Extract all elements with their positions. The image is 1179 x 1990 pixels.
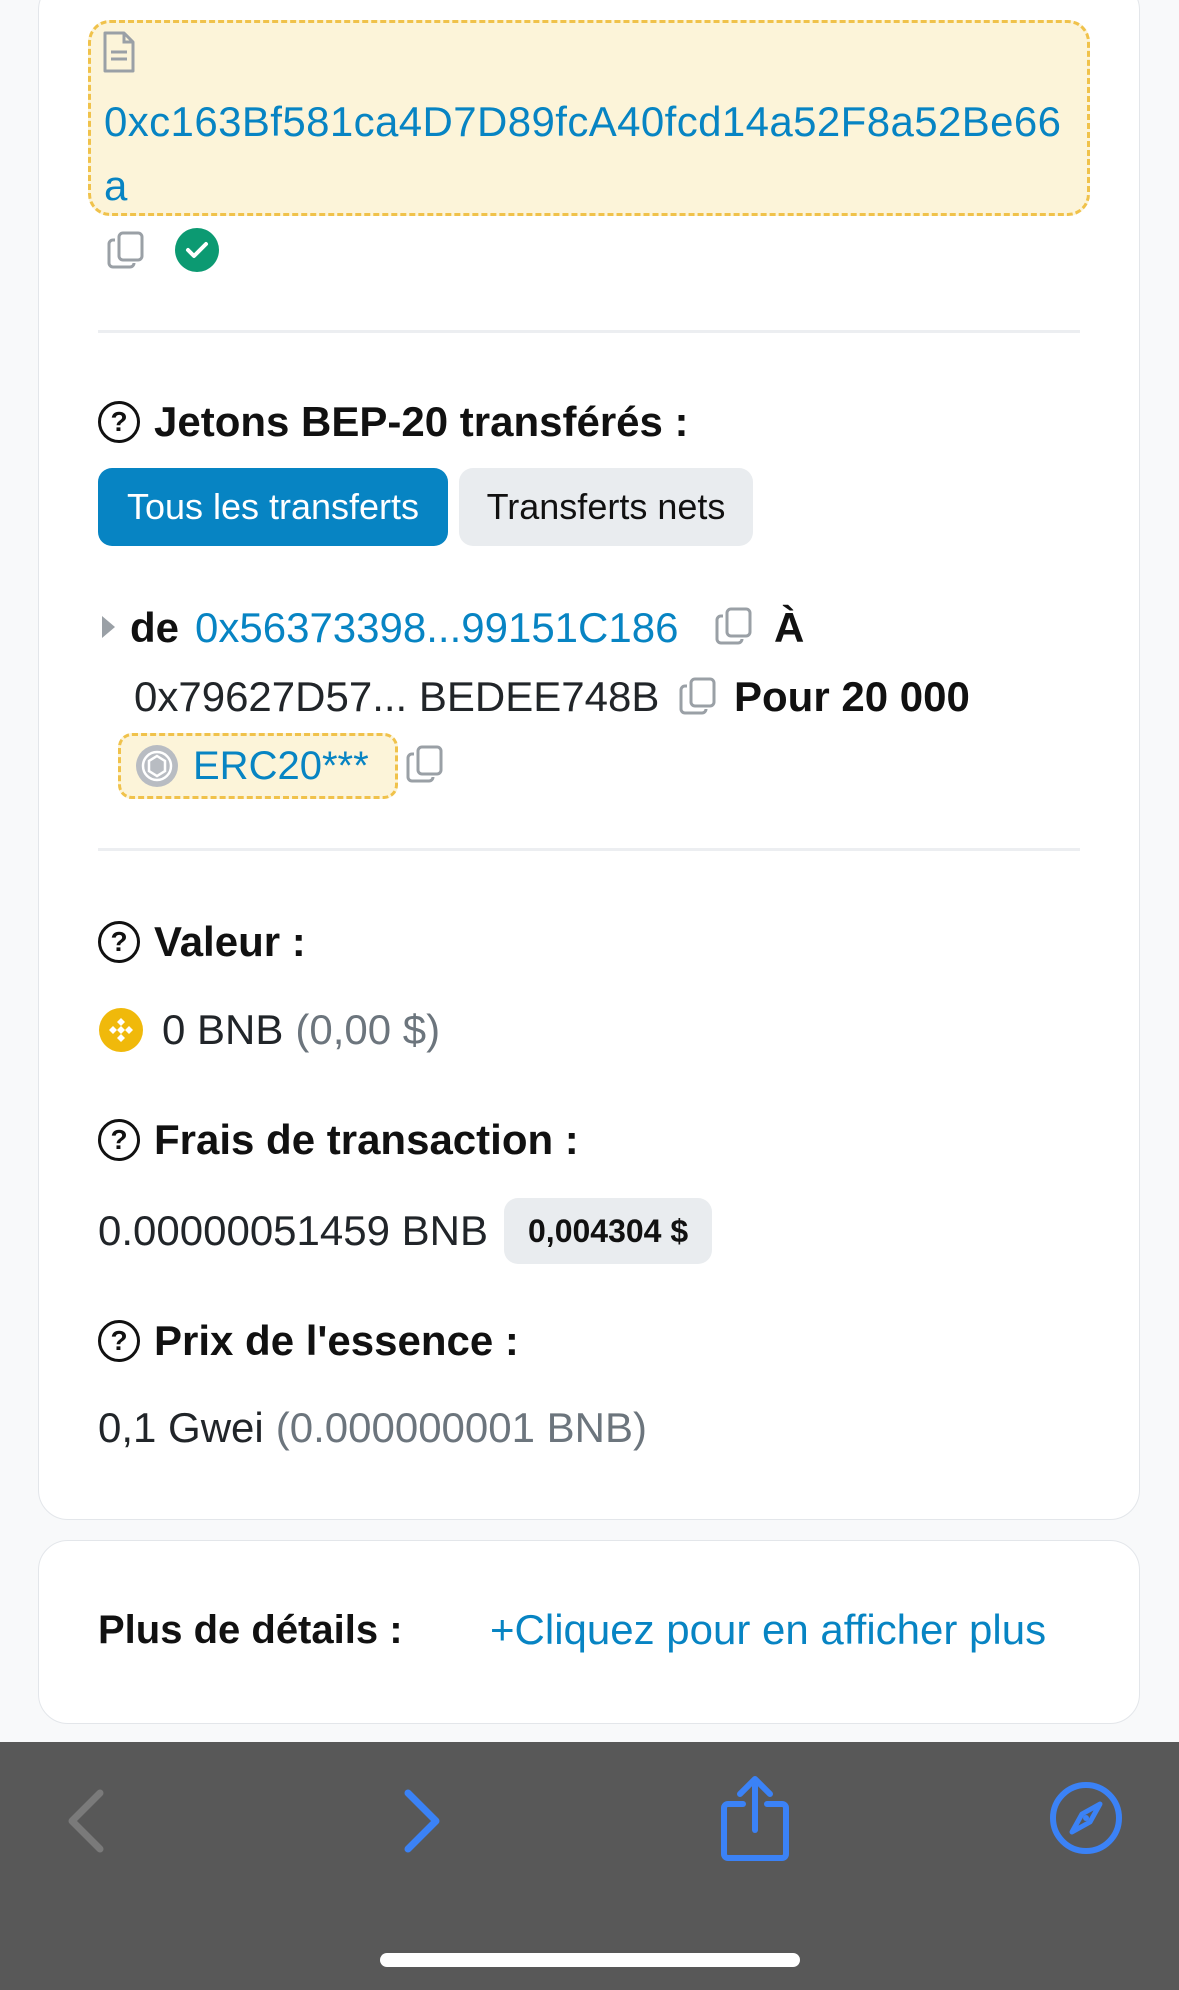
contract-address[interactable]: 0xc163Bf581ca4D7D89fcA40fcd14a52F8a52Be6… bbox=[104, 90, 1084, 218]
compass-icon[interactable] bbox=[1048, 1780, 1124, 1856]
token-logo-icon bbox=[136, 745, 178, 787]
divider bbox=[98, 848, 1080, 851]
forward-icon[interactable] bbox=[400, 1787, 446, 1855]
gas-label: Prix de l'essence : bbox=[154, 1317, 519, 1364]
to-address-link[interactable]: 0x79627D57... BEDEE748B bbox=[134, 669, 659, 725]
help-icon[interactable]: ? bbox=[98, 401, 140, 443]
token-name-link[interactable]: ERC20*** bbox=[193, 744, 369, 789]
from-prefix: de bbox=[130, 604, 180, 651]
help-icon[interactable]: ? bbox=[98, 1119, 140, 1161]
share-icon[interactable] bbox=[718, 1774, 792, 1862]
fee-section: ? Frais de transaction : bbox=[98, 1112, 579, 1168]
show-more-link[interactable]: +Cliquez pour en afficher plus bbox=[490, 1602, 1046, 1658]
gas-section: ? Prix de l'essence : bbox=[98, 1313, 519, 1369]
to-prefix: À bbox=[774, 604, 805, 651]
document-icon bbox=[103, 31, 135, 73]
divider bbox=[98, 330, 1080, 333]
help-icon[interactable]: ? bbox=[98, 1320, 140, 1362]
copy-icon[interactable] bbox=[106, 230, 146, 270]
more-details-label: Plus de détails : bbox=[98, 1607, 403, 1652]
transfers-section: ? Jetons BEP-20 transférés : bbox=[98, 394, 689, 450]
copy-icon[interactable] bbox=[714, 606, 754, 646]
verified-check-icon bbox=[175, 228, 219, 272]
fee-usd-badge: 0,004304 $ bbox=[504, 1198, 713, 1264]
value-label: Valeur : bbox=[154, 918, 306, 965]
help-icon[interactable]: ? bbox=[98, 921, 140, 963]
value-usd: (0,00 $) bbox=[295, 1006, 441, 1053]
token-chip[interactable]: ERC20*** bbox=[118, 733, 398, 799]
fee-amount: 0.00000051459 BNB bbox=[98, 1207, 488, 1254]
expand-caret-icon[interactable] bbox=[100, 613, 118, 641]
value-row: 0 BNB (0,00 $) bbox=[98, 1002, 440, 1058]
value-section: ? Valeur : bbox=[98, 914, 306, 970]
gas-amount: 0,1 Gwei bbox=[98, 1404, 264, 1451]
value-amount: 0 BNB bbox=[162, 1006, 284, 1053]
from-address-link[interactable]: 0x56373398...99151C186 bbox=[195, 604, 678, 652]
bnb-icon bbox=[99, 1008, 143, 1052]
home-indicator[interactable] bbox=[380, 1953, 800, 1967]
fee-label: Frais de transaction : bbox=[154, 1116, 579, 1163]
transfer-from-row: de 0x56373398...99151C186 bbox=[130, 600, 678, 656]
tab-all-transfers[interactable]: Tous les transferts bbox=[98, 468, 448, 546]
transfer-amount: Pour 20 000 bbox=[734, 673, 970, 720]
gas-bnb: (0.000000001 BNB) bbox=[275, 1404, 648, 1451]
copy-icon[interactable] bbox=[678, 676, 718, 716]
tab-net-transfers[interactable]: Transferts nets bbox=[459, 468, 753, 546]
gas-row: 0,1 Gwei (0.000000001 BNB) bbox=[98, 1400, 647, 1456]
copy-icon[interactable] bbox=[405, 744, 445, 784]
fee-row: 0.00000051459 BNB 0,004304 $ bbox=[98, 1198, 713, 1264]
transfers-label: Jetons BEP-20 transférés : bbox=[154, 398, 689, 445]
back-icon[interactable] bbox=[62, 1787, 108, 1855]
